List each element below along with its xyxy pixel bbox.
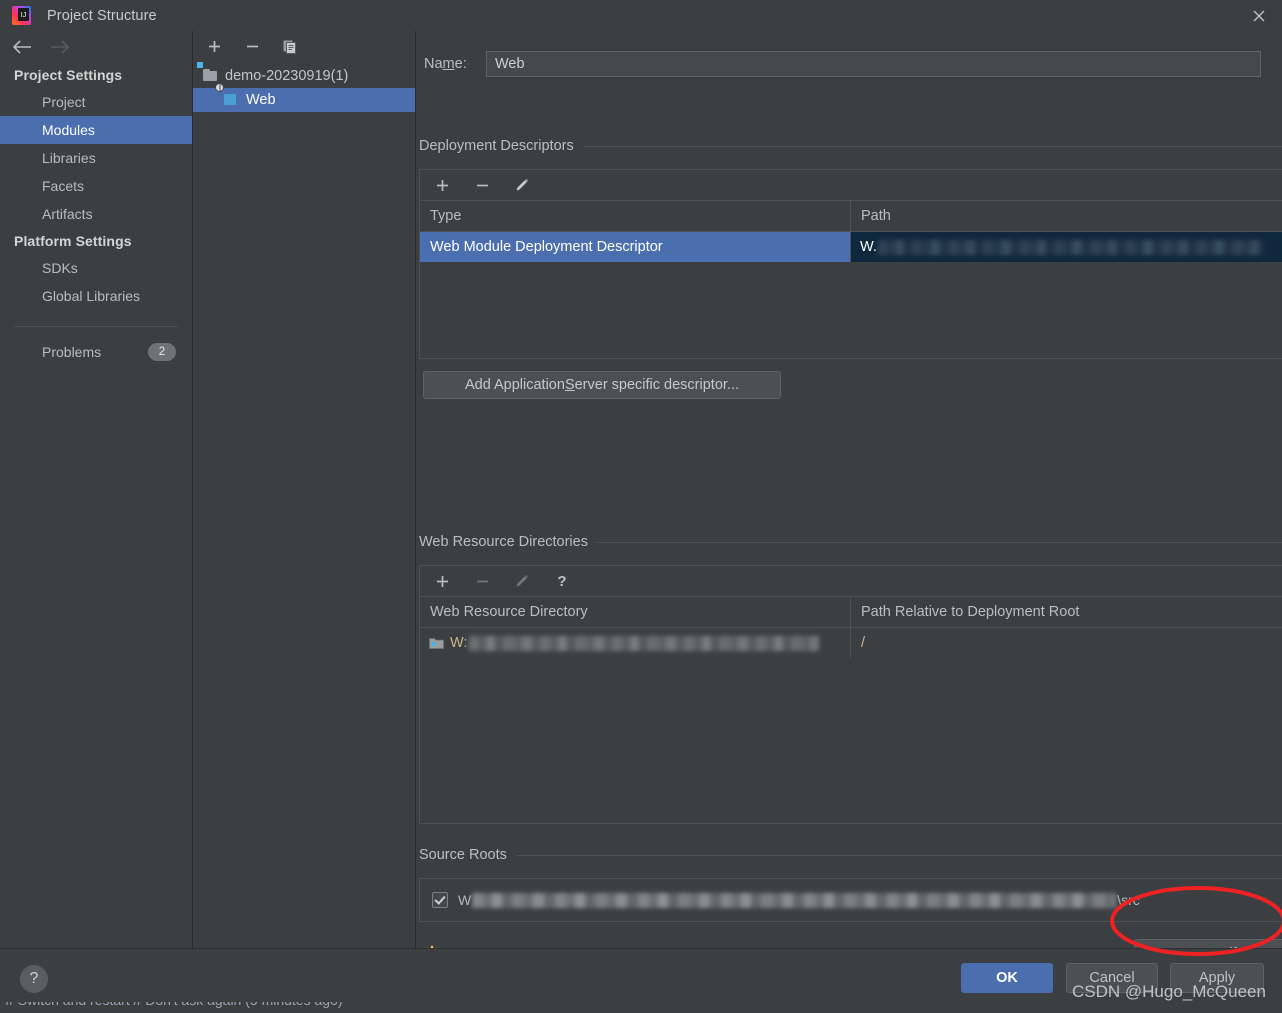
plus-icon[interactable] — [431, 174, 453, 196]
sidebar-item-libraries[interactable]: Libraries — [0, 144, 192, 172]
window-title: Project Structure — [47, 7, 157, 24]
module-details-pane: Name: Web Deployment Descriptors Type Pa… — [416, 31, 1282, 948]
column-header-path-relative: Path Relative to Deployment Root — [850, 597, 1282, 627]
redacted-source-root — [472, 892, 1117, 908]
dialog-body: Project Settings Project Modules Librari… — [0, 31, 1282, 948]
web-resource-directories-toolbar: ? — [420, 566, 1282, 597]
section-rule — [515, 854, 1282, 856]
relative-path-cell: / — [850, 628, 1282, 658]
pencil-icon — [511, 570, 533, 592]
source-root-checkbox[interactable] — [432, 892, 448, 908]
source-roots-section-title: Source Roots — [419, 847, 1282, 863]
sidebar-item-global-libraries[interactable]: Global Libraries — [0, 282, 192, 310]
column-header-web-resource-directory: Web Resource Directory — [430, 604, 588, 620]
minus-icon — [471, 570, 493, 592]
deployment-descriptors-toolbar — [420, 170, 1282, 201]
copy-icon[interactable] — [279, 36, 301, 58]
settings-sidebar: Project Settings Project Modules Librari… — [0, 31, 192, 948]
sidebar-item-sdks[interactable]: SDKs — [0, 254, 192, 282]
sidebar-divider — [14, 326, 178, 327]
column-header-type: Type — [430, 208, 462, 224]
section-rule — [596, 541, 1282, 543]
name-row: Name: Web — [421, 49, 1282, 79]
sidebar-item-problems[interactable]: Problems 2 — [0, 337, 192, 367]
background-clipped-text-strip: // Switch and restart // Don't ask again… — [0, 1002, 1282, 1012]
column-header-path: Path — [850, 201, 1282, 231]
name-label: Name: — [424, 56, 467, 72]
arrow-right-icon[interactable] — [48, 36, 72, 58]
minus-icon[interactable] — [471, 174, 493, 196]
folder-web-icon — [429, 636, 444, 650]
arrow-left-icon[interactable] — [10, 36, 34, 58]
web-resource-directories-section-title: Web Resource Directories — [419, 534, 1282, 550]
deployment-descriptors-header: Type Path — [420, 201, 1282, 232]
title-bar: IJ Project Structure — [0, 0, 1282, 31]
module-tree-panel: demo-20230919(1) Web — [193, 31, 415, 948]
sidebar-group-project-settings: Project Settings — [14, 67, 123, 83]
source-root-path-prefix: W — [458, 892, 472, 908]
tree-node-label: demo-20230919(1) — [225, 68, 349, 84]
plus-icon[interactable] — [203, 36, 225, 58]
table-row[interactable]: W: / — [420, 628, 1282, 658]
question-icon[interactable]: ? — [551, 570, 573, 592]
background-clipped-text: // Switch and restart // Don't ask again… — [6, 1002, 343, 1008]
folder-module-icon — [197, 62, 219, 84]
sidebar-item-facets[interactable]: Facets — [0, 172, 192, 200]
web-resource-directories-header: Web Resource Directory Path Relative to … — [420, 597, 1282, 628]
close-icon[interactable] — [1236, 0, 1282, 31]
problems-count-badge: 2 — [148, 343, 176, 361]
sidebar-item-project[interactable]: Project — [0, 88, 192, 116]
source-roots-box[interactable]: W \src — [419, 878, 1282, 922]
create-artifact-button[interactable]: Create Artifact — [1134, 939, 1282, 948]
deployment-descriptors-section-title: Deployment Descriptors — [419, 138, 1282, 154]
module-name-input[interactable]: Web — [486, 51, 1261, 77]
nav-history-toolbar — [0, 31, 192, 62]
web-facet-icon — [215, 83, 240, 108]
redacted-directory — [469, 635, 820, 651]
web-resource-directories-panel: ? Web Resource Directory Path Relative t… — [419, 565, 1282, 824]
module-tree-toolbar — [193, 31, 415, 62]
apply-button[interactable]: Apply — [1170, 963, 1264, 993]
ok-button[interactable]: OK — [961, 963, 1053, 993]
problems-label: Problems — [42, 344, 102, 360]
sidebar-group-platform-settings: Platform Settings — [14, 233, 132, 249]
deployment-descriptors-panel: Type Path Web Module Deployment Descript… — [419, 169, 1282, 359]
table-row[interactable]: Web Module Deployment Descriptor W. — [420, 232, 1282, 262]
sidebar-item-modules[interactable]: Modules — [0, 116, 192, 144]
pencil-icon[interactable] — [511, 174, 533, 196]
sidebar-item-artifacts[interactable]: Artifacts — [0, 200, 192, 228]
web-resource-directory-cell: W: — [420, 628, 850, 658]
redacted-path — [877, 239, 1264, 255]
section-rule — [582, 145, 1282, 147]
add-application-server-descriptor-button[interactable]: Add Application Server specific descript… — [423, 371, 781, 399]
intellij-idea-logo-icon: IJ — [12, 6, 31, 25]
svg-text:IJ: IJ — [21, 12, 26, 19]
descriptor-path-cell: W. — [850, 232, 1282, 262]
descriptor-type-cell: Web Module Deployment Descriptor — [430, 239, 663, 255]
tree-node-web-facet[interactable]: Web — [193, 83, 415, 112]
web-resource-directory-prefix: W: — [450, 635, 468, 651]
cancel-button[interactable]: Cancel — [1066, 963, 1158, 993]
plus-icon[interactable] — [431, 570, 453, 592]
source-root-path-suffix: \src — [1117, 892, 1140, 908]
tree-node-module-root[interactable]: demo-20230919(1) — [193, 62, 415, 88]
tree-node-label: Web — [246, 92, 276, 108]
module-tree-list[interactable]: demo-20230919(1) Web — [193, 62, 415, 948]
descriptor-path-prefix: W. — [860, 239, 877, 255]
question-mark-icon[interactable]: ? — [20, 965, 48, 993]
minus-icon[interactable] — [241, 36, 263, 58]
